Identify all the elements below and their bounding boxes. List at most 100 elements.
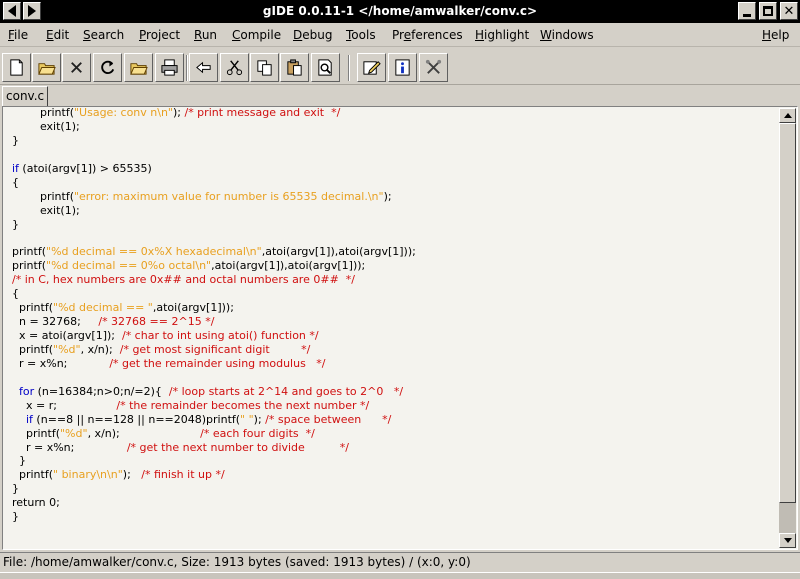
code-comment: /* finish it up */: [141, 468, 225, 482]
open-folder-2-icon: [130, 63, 148, 75]
code-comment: /* get the remainder using modulus */: [109, 356, 326, 370]
open-button[interactable]: [32, 53, 61, 82]
code-line: exit(1);: [12, 204, 416, 218]
code-line: }: [12, 454, 416, 468]
cut-button[interactable]: [220, 53, 249, 82]
menu-highlight[interactable]: Highlight: [475, 28, 529, 42]
code-token: }: [12, 510, 19, 524]
minimize-icon: [743, 13, 751, 17]
scrollbar-thumb[interactable]: [779, 123, 796, 503]
code-token: }: [12, 217, 19, 231]
tab-conv-c[interactable]: conv.c: [2, 86, 48, 106]
paste-icon: [287, 59, 302, 76]
code-comment: /* the remainder becomes the next number…: [116, 398, 370, 412]
code-line: }: [12, 482, 416, 496]
code-token: printf(: [12, 426, 60, 440]
code-line: x = atoi(argv[1]); /* char to int using …: [12, 329, 416, 343]
menu-debug[interactable]: Debug: [293, 28, 332, 42]
code-line: r = x%n; /* get the remainder using modu…: [12, 357, 416, 371]
menu-run[interactable]: Run: [194, 28, 217, 42]
maximize-icon: [763, 6, 773, 16]
code-token: printf(: [12, 108, 74, 119]
reload-icon: [101, 60, 115, 74]
window-title: gIDE 0.0.11-1 </home/amwalker/conv.c>: [262, 4, 538, 18]
code-string: "error: maximum value for number is 6553…: [73, 189, 384, 203]
undo-button[interactable]: [189, 53, 218, 82]
code-token: (atoi(argv[1]) > 65535): [18, 161, 152, 175]
menu-help[interactable]: Help: [762, 28, 789, 42]
code-token: r = x%n;: [12, 440, 127, 454]
code-token: (n==8 || n==128 || n==2048)printf(: [32, 412, 241, 426]
code-line: if (n==8 || n==128 || n==2048)printf(" "…: [12, 413, 416, 427]
code-line: for (n=16384;n>0;n/=2){ /* loop starts a…: [12, 385, 416, 399]
code-line: printf("%d", x/n); /* each four digits *…: [12, 427, 416, 441]
print-preview-button[interactable]: [311, 53, 340, 82]
code-token: }: [12, 454, 26, 468]
code-string: "%d": [60, 426, 88, 440]
menu-file[interactable]: File: [8, 28, 28, 42]
open-project-button[interactable]: [124, 53, 153, 82]
code-token: );: [253, 412, 266, 426]
editor-frame: printf("Usage: conv n\n"); /* print mess…: [2, 106, 798, 550]
code-token: );: [122, 468, 142, 482]
new-file-icon: [10, 59, 23, 76]
code-token: printf(: [12, 259, 47, 273]
code-line: exit(1);: [12, 120, 416, 134]
maximize-button[interactable]: [759, 2, 777, 20]
close-window-button[interactable]: ✕: [780, 2, 798, 20]
menu-windows[interactable]: Windows: [540, 28, 594, 42]
edit-icon: [363, 61, 381, 75]
paste-button[interactable]: [280, 53, 309, 82]
close-file-button[interactable]: [62, 53, 91, 82]
edit-button[interactable]: [357, 53, 386, 82]
code-token: {: [12, 287, 19, 301]
menu-project[interactable]: Project: [139, 28, 180, 42]
close-window-icon: ✕: [783, 3, 795, 19]
menu-tools[interactable]: Tools: [346, 28, 376, 42]
code-line: {: [12, 287, 416, 301]
code-token: printf(: [12, 301, 54, 315]
code-token: ,atoi(argv[1]),atoi(argv[1]));: [211, 259, 366, 273]
code-comment: /* in C, hex numbers are 0x## and octal …: [12, 273, 355, 287]
scroll-up-button[interactable]: [779, 108, 796, 123]
code-editor[interactable]: printf("Usage: conv n\n"); /* print mess…: [4, 108, 741, 548]
print-button[interactable]: [155, 53, 184, 82]
info-button[interactable]: [388, 53, 417, 82]
code-token: printf(: [12, 342, 54, 356]
down-arrow-icon: [783, 538, 792, 543]
code-comment: /* each four digits */: [200, 426, 315, 440]
reload-button[interactable]: [93, 53, 122, 82]
code-token: }: [12, 482, 19, 496]
menu-edit[interactable]: Edit: [46, 28, 69, 42]
code-line: printf("%d", x/n); /* get most significa…: [12, 343, 416, 357]
code-token: printf(: [12, 189, 74, 203]
code-string: " binary\n\n": [53, 468, 123, 482]
bottom-strip: [0, 572, 800, 579]
code-token: , x/n);: [80, 342, 120, 356]
copy-button[interactable]: [250, 53, 279, 82]
code-string: " ": [240, 412, 254, 426]
code-line: }: [12, 510, 416, 524]
code-line: }: [12, 134, 416, 148]
code-token: printf(: [12, 468, 54, 482]
scroll-down-button[interactable]: [779, 533, 796, 548]
title-bar: gIDE 0.0.11-1 </home/amwalker/conv.c> ✕: [0, 0, 800, 23]
menu-preferences[interactable]: Preferences: [392, 28, 463, 42]
code-token: exit(1);: [12, 203, 80, 217]
code-comment: /* loop starts at 2^14 and goes to 2^0 *…: [168, 384, 404, 398]
minimize-button[interactable]: [738, 2, 756, 20]
code-line: printf("%d decimal == 0x%X hexadecimal\n…: [12, 245, 416, 259]
code-token: , x/n);: [87, 426, 201, 440]
code-token: {: [12, 175, 19, 189]
print-preview-icon: [318, 59, 332, 76]
menu-search[interactable]: Search: [83, 28, 124, 42]
new-file-button[interactable]: [2, 53, 31, 82]
toolbar: [0, 49, 800, 85]
menu-compile[interactable]: Compile: [232, 28, 281, 42]
vertical-scrollbar[interactable]: [779, 108, 796, 548]
code-token: }: [12, 133, 19, 147]
tools-button[interactable]: [419, 53, 448, 82]
code-comment: /* 32768 == 2^15 */: [98, 315, 215, 329]
